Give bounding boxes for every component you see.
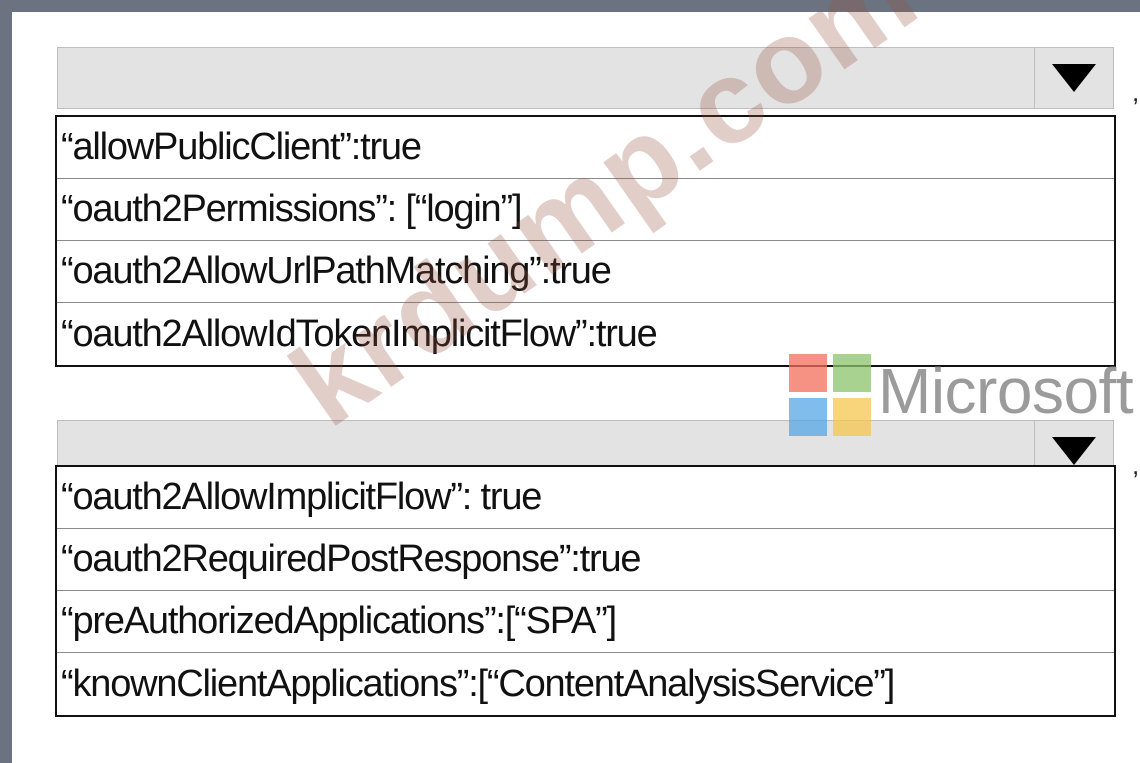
- trailing-comma: ,: [1132, 450, 1140, 480]
- logo-square-green: [833, 354, 871, 392]
- logo-square-red: [789, 354, 827, 392]
- dropdown-1-options: “allowPublicClient”:true “oauth2Permissi…: [55, 115, 1116, 367]
- microsoft-wordmark: Microsoft: [878, 355, 1134, 427]
- triangle-down-icon: [1052, 64, 1096, 92]
- logo-square-blue: [789, 398, 827, 436]
- triangle-down-icon: [1052, 437, 1096, 465]
- microsoft-logo-icon: [789, 354, 871, 436]
- dropdown-option[interactable]: “oauth2AllowUrlPathMatching”:true: [57, 241, 1114, 303]
- dropdown-2-options: “oauth2AllowImplicitFlow”: true “oauth2R…: [55, 465, 1116, 717]
- dropdown-option[interactable]: “oauth2AllowImplicitFlow”: true: [57, 467, 1114, 529]
- dropdown-1[interactable]: [57, 47, 1114, 109]
- trailing-comma: ,: [1132, 77, 1140, 107]
- dropdown-1-toggle[interactable]: [1034, 48, 1113, 108]
- logo-square-yellow: [833, 398, 871, 436]
- screenshot-frame: , “allowPublicClient”:true “oauth2Permis…: [0, 0, 1140, 763]
- dropdown-option[interactable]: “oauth2RequiredPostResponse”:true: [57, 529, 1114, 591]
- dropdown-option[interactable]: “knownClientApplications”:[“ContentAnaly…: [57, 653, 1114, 715]
- dropdown-option[interactable]: “allowPublicClient”:true: [57, 117, 1114, 179]
- dropdown-option[interactable]: “oauth2Permissions”: [“login”]: [57, 179, 1114, 241]
- dropdown-option[interactable]: “preAuthorizedApplications”:[“SPA”]: [57, 591, 1114, 653]
